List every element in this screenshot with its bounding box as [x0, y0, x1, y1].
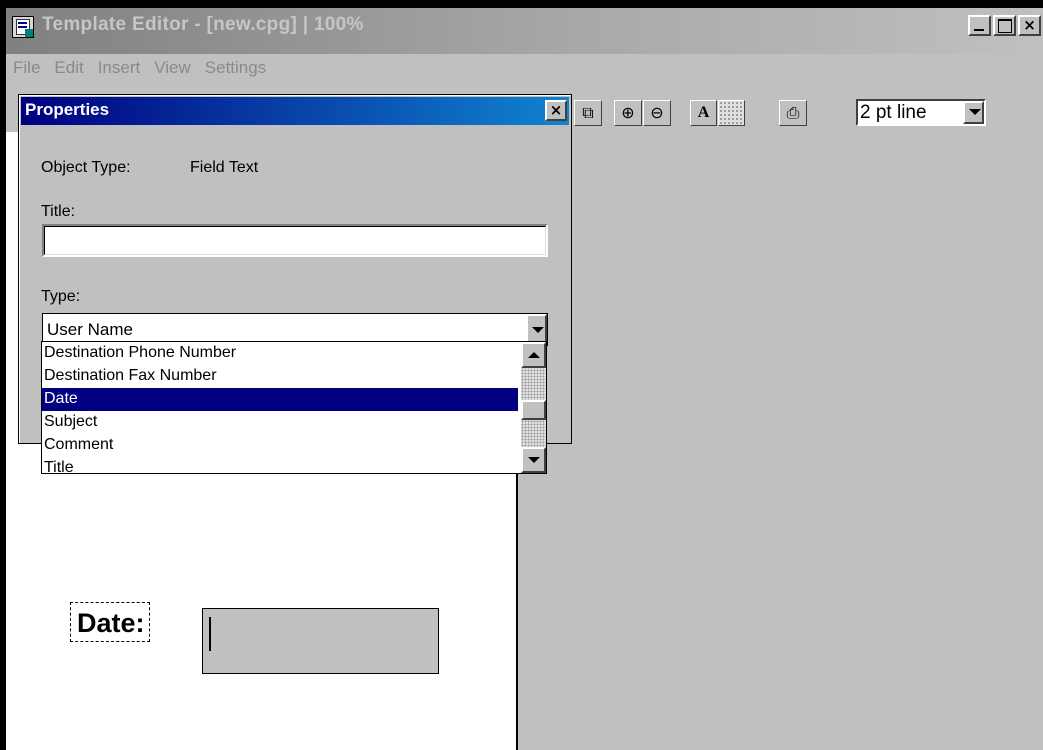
dropdown-option[interactable]: Comment — [42, 434, 518, 457]
object-type-label: Object Type: — [41, 159, 131, 176]
fill-pattern-button[interactable] — [718, 100, 745, 126]
zoom-in-button[interactable]: ⊕ — [614, 100, 642, 126]
properties-title-bar[interactable]: Properties × — [21, 97, 569, 125]
text-caret — [209, 617, 211, 651]
date-label[interactable]: Date: — [70, 602, 150, 642]
dropdown-option[interactable]: Title — [42, 457, 518, 473]
font-button[interactable]: A — [690, 100, 717, 126]
type-label: Type: — [41, 288, 81, 305]
zoom-in-icon: ⊕ — [621, 103, 635, 122]
title-bar: Template Editor - [new.cpg] | 100% × — [6, 8, 1043, 54]
overlap-squares-icon: ⧉ — [582, 103, 594, 122]
dropdown-scrollbar[interactable] — [521, 342, 546, 473]
properties-title: Properties — [25, 100, 110, 119]
template-editor-icon[interactable] — [12, 16, 34, 38]
type-select-value: User Name — [47, 320, 133, 339]
close-button[interactable]: × — [1018, 15, 1041, 36]
menu-view[interactable]: View — [147, 56, 198, 82]
font-a-icon: A — [697, 104, 710, 121]
dropdown-option[interactable]: Subject — [42, 411, 518, 434]
dropdown-option-selected[interactable]: Date — [42, 388, 518, 411]
caption-buttons: × — [968, 15, 1041, 36]
object-type-value: Field Text — [190, 159, 259, 176]
chevron-down-icon[interactable] — [963, 101, 984, 124]
scroll-down-icon[interactable] — [521, 447, 546, 473]
zoom-out-button[interactable]: ⊖ — [643, 100, 671, 126]
title-input[interactable] — [42, 224, 548, 257]
menu-edit[interactable]: Edit — [47, 56, 90, 82]
menu-file[interactable]: File — [6, 56, 47, 82]
line-width-select[interactable]: 2 pt line — [856, 99, 986, 126]
minimize-button[interactable] — [968, 15, 991, 36]
copy-object-button[interactable]: ⧉ — [574, 100, 602, 126]
maximize-button[interactable] — [993, 15, 1016, 36]
type-dropdown-list: Destination Phone Number Destination Fax… — [41, 341, 547, 474]
title-label: Title: — [41, 203, 76, 220]
properties-close-button[interactable]: × — [545, 100, 567, 121]
date-field[interactable] — [202, 608, 439, 674]
menu-settings[interactable]: Settings — [198, 56, 273, 82]
menu-insert[interactable]: Insert — [91, 56, 148, 82]
scrollbar-thumb[interactable] — [521, 400, 546, 420]
template-editor-window: Template Editor - [new.cpg] | 100% × Fil… — [6, 8, 1043, 750]
scroll-up-icon[interactable] — [521, 342, 546, 368]
dropdown-option[interactable]: Destination Fax Number — [42, 365, 518, 388]
dropdown-option[interactable]: Destination Phone Number — [42, 342, 518, 365]
printer-icon: ⎙ — [786, 103, 800, 122]
menu-bar: File Edit Insert View Settings — [6, 56, 273, 82]
print-button[interactable]: ⎙ — [779, 100, 807, 126]
zoom-out-icon: ⊖ — [650, 103, 664, 122]
window-title: Template Editor - [new.cpg] | 100% — [42, 14, 364, 35]
line-width-value: 2 pt line — [860, 102, 927, 123]
